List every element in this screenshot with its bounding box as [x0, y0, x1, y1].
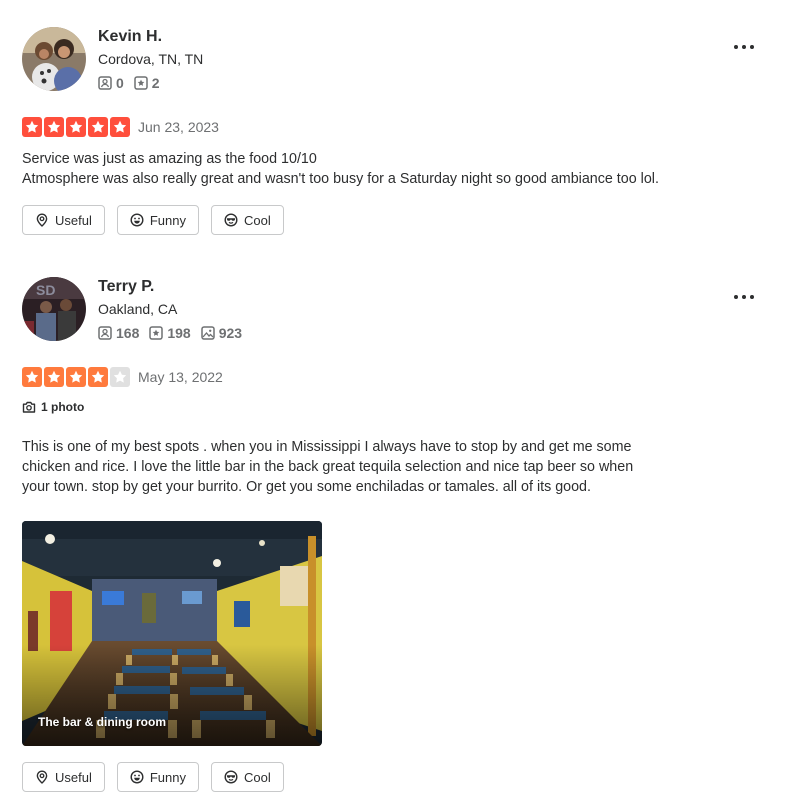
cool-icon	[224, 213, 238, 227]
star-icon	[110, 367, 130, 387]
review-star-icon	[149, 326, 164, 340]
star-icon	[44, 117, 64, 137]
user-location: Oakland, CA	[98, 301, 178, 317]
friends-stat: 0	[98, 74, 124, 92]
photos-count: 923	[218, 325, 243, 341]
star-icon	[110, 117, 130, 137]
review-date: May 13, 2022	[138, 369, 223, 385]
useful-icon	[36, 213, 48, 227]
funny-button[interactable]: Funny	[116, 762, 199, 792]
reviews-count: 198	[167, 325, 191, 341]
review-actions: Useful Funny Cool	[22, 762, 284, 792]
photo-count[interactable]: 1 photo	[22, 400, 84, 414]
more-options-button[interactable]	[732, 285, 756, 309]
star-icon	[44, 367, 64, 387]
reviews-count: 2	[151, 75, 160, 91]
cool-button[interactable]: Cool	[211, 205, 284, 235]
friends-stat: 168	[98, 324, 139, 342]
reviews-stat: 198	[149, 324, 191, 342]
photo-icon	[200, 326, 215, 340]
svg-text:SD: SD	[36, 282, 55, 298]
review-date: Jun 23, 2023	[138, 119, 219, 135]
review-actions: Useful Funny Cool	[22, 205, 284, 235]
photo-caption: The bar & dining room	[38, 715, 166, 729]
useful-button[interactable]: Useful	[22, 205, 105, 235]
cool-label: Cool	[244, 212, 271, 228]
user-stats: 0 2	[98, 74, 160, 92]
friends-count: 168	[116, 325, 140, 341]
cool-label: Cool	[244, 769, 271, 785]
star-rating	[22, 117, 130, 137]
star-icon	[66, 367, 86, 387]
star-icon	[66, 117, 86, 137]
reviews-stat: 2	[134, 74, 160, 92]
review-photo[interactable]: The bar & dining room	[22, 521, 322, 746]
cool-icon	[224, 770, 238, 784]
user-name[interactable]: Kevin H.	[98, 27, 162, 47]
funny-icon	[130, 213, 144, 227]
cool-button[interactable]: Cool	[211, 762, 284, 792]
rating-row: May 13, 2022	[22, 367, 223, 387]
funny-label: Funny	[149, 212, 186, 228]
star-rating	[22, 367, 130, 387]
review-text: This is one of my best spots . when you …	[22, 439, 634, 495]
star-icon	[88, 367, 108, 387]
more-options-button[interactable]	[732, 35, 756, 59]
user-avatar[interactable]	[22, 27, 86, 91]
rating-row: Jun 23, 2023	[22, 117, 219, 137]
user-name[interactable]: Terry P.	[98, 277, 154, 297]
review-star-icon	[134, 76, 148, 90]
review-text: Service was just as amazing as the food …	[22, 151, 659, 187]
useful-label: Useful	[55, 769, 92, 785]
funny-icon	[130, 770, 144, 784]
useful-label: Useful	[55, 212, 92, 228]
friends-icon	[98, 76, 112, 90]
user-stats: 168 198 923	[98, 324, 242, 342]
useful-button[interactable]: Useful	[22, 762, 105, 792]
funny-label: Funny	[149, 769, 186, 785]
star-icon	[22, 367, 42, 387]
star-icon	[22, 117, 42, 137]
more-dots-icon	[734, 295, 754, 299]
more-dots-icon	[734, 45, 754, 49]
user-location: Cordova, TN, TN	[98, 51, 204, 67]
user-avatar[interactable]: SD	[22, 277, 86, 341]
star-icon	[88, 117, 108, 137]
funny-button[interactable]: Funny	[116, 205, 199, 235]
friends-count: 0	[116, 75, 124, 91]
photos-stat: 923	[200, 324, 243, 342]
useful-icon	[36, 770, 48, 784]
photo-count-label: 1 photo	[41, 400, 85, 414]
friends-icon	[98, 326, 112, 340]
camera-icon	[22, 401, 36, 413]
